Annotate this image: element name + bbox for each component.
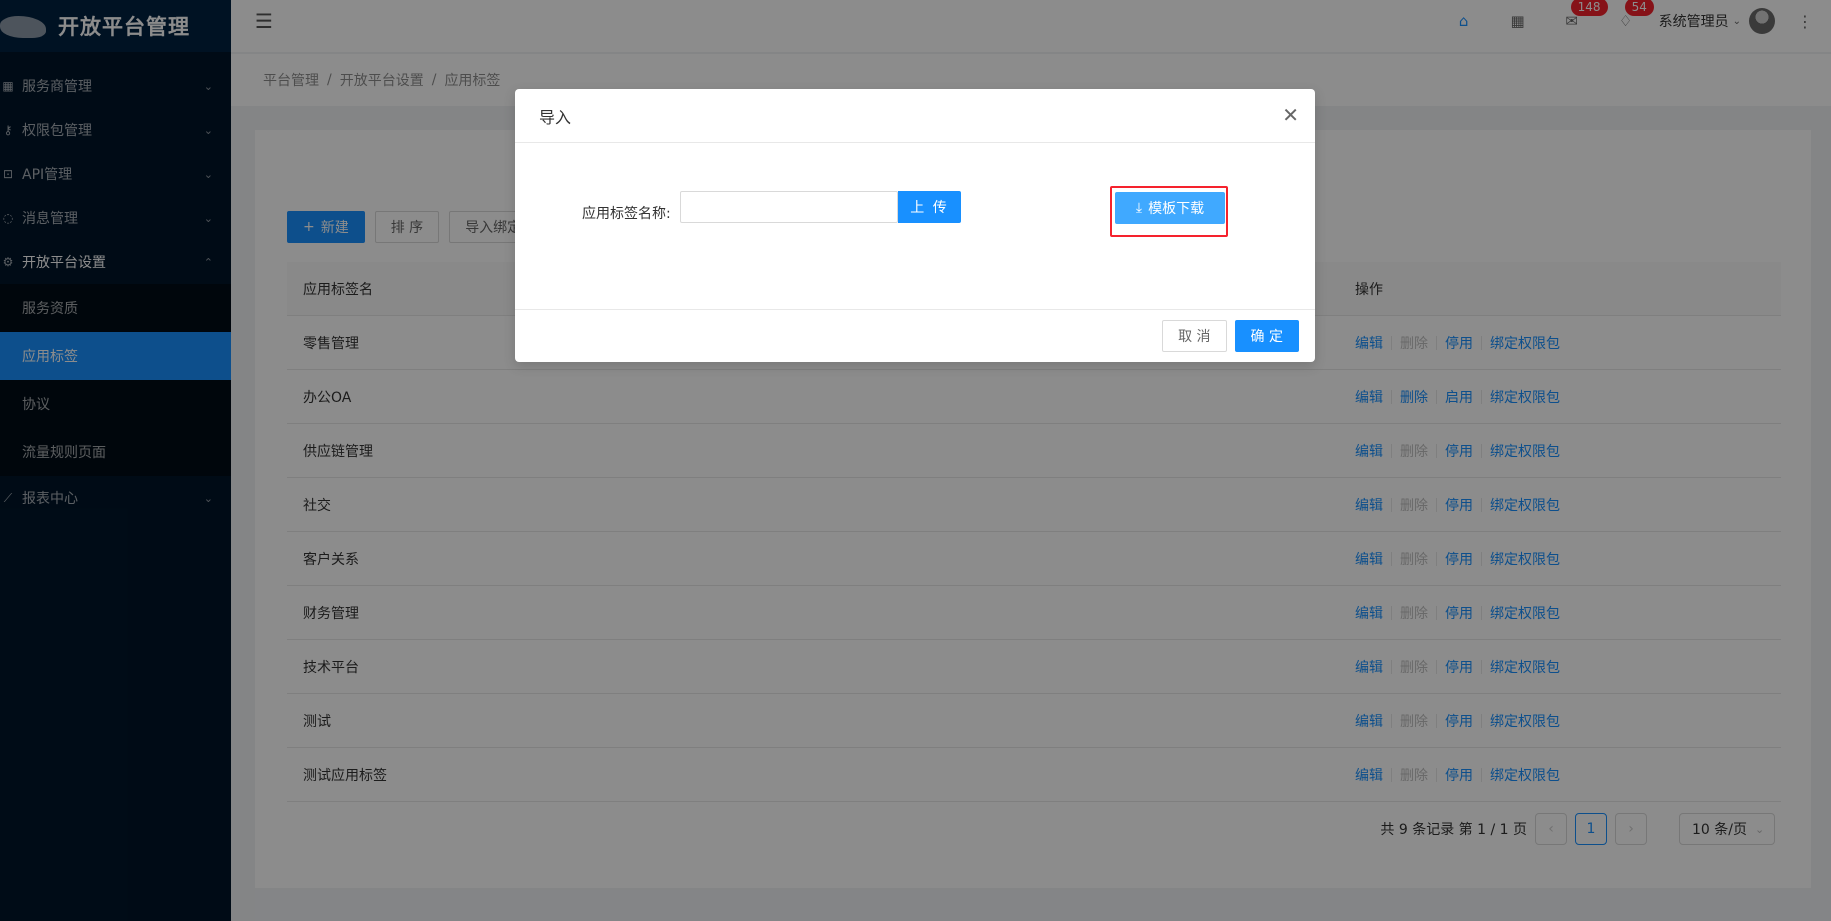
- modal-title: 导入: [515, 89, 1315, 143]
- tag-name-input[interactable]: [680, 191, 898, 223]
- modal-body: 应用标签名称: 上 传 ⤓ 模板下载: [515, 143, 1315, 309]
- template-download-button[interactable]: ⤓ 模板下载: [1115, 192, 1225, 224]
- tag-name-label: 应用标签名称:: [582, 206, 671, 222]
- upload-button[interactable]: 上 传: [898, 191, 961, 223]
- close-icon[interactable]: ✕: [1282, 103, 1299, 127]
- download-icon: ⤓: [1135, 200, 1143, 216]
- import-modal: 导入 ✕ 应用标签名称: 上 传 ⤓ 模板下载 取 消 确 定: [515, 89, 1315, 362]
- ok-button[interactable]: 确 定: [1234, 319, 1299, 352]
- template-download-label: 模板下载: [1148, 201, 1205, 217]
- cancel-button[interactable]: 取 消: [1162, 319, 1227, 352]
- modal-footer: 取 消 确 定: [515, 309, 1315, 361]
